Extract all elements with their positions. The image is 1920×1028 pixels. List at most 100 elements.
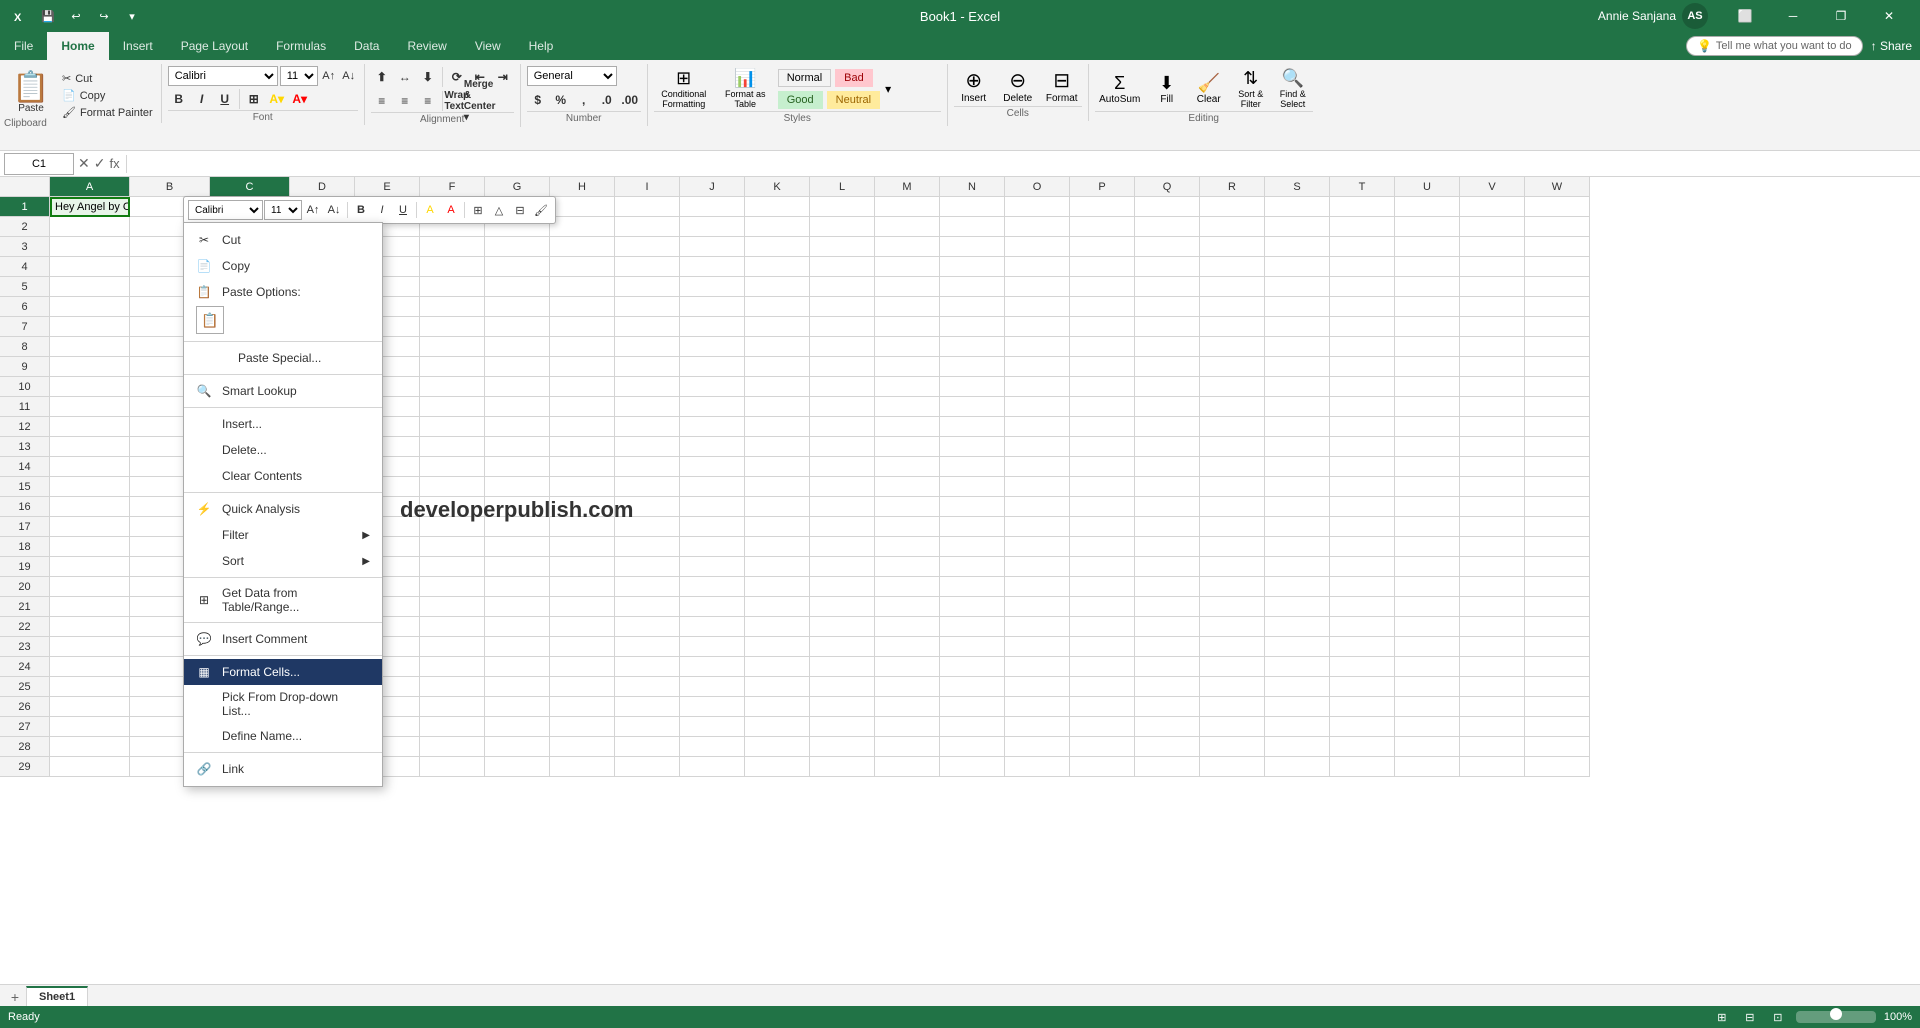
cell-t22[interactable] [1330,617,1395,637]
cell-q25[interactable] [1135,677,1200,697]
customize-qat-button[interactable]: ▾ [120,4,144,28]
cell-j14[interactable] [680,457,745,477]
cell-r29[interactable] [1200,757,1265,777]
cell-p12[interactable] [1070,417,1135,437]
tab-home[interactable]: Home [47,32,108,60]
cell-v24[interactable] [1460,657,1525,677]
cell-v8[interactable] [1460,337,1525,357]
cell-o5[interactable] [1005,277,1070,297]
align-bottom-button[interactable]: ⬇ [417,66,439,88]
cell-u15[interactable] [1395,477,1460,497]
cell-h21[interactable] [550,597,615,617]
cell-t8[interactable] [1330,337,1395,357]
cell-v2[interactable] [1460,217,1525,237]
cell-i19[interactable] [615,557,680,577]
cell-n19[interactable] [940,557,1005,577]
cell-t2[interactable] [1330,217,1395,237]
cell-w27[interactable] [1525,717,1590,737]
cell-o24[interactable] [1005,657,1070,677]
cell-f28[interactable] [420,737,485,757]
normal-view-button[interactable]: ⊞ [1712,1007,1732,1027]
cell-f5[interactable] [420,277,485,297]
cell-l14[interactable] [810,457,875,477]
cell-p15[interactable] [1070,477,1135,497]
cell-q17[interactable] [1135,517,1200,537]
cell-h13[interactable] [550,437,615,457]
cell-u20[interactable] [1395,577,1460,597]
cell-w10[interactable] [1525,377,1590,397]
row-header-12[interactable]: 12 [0,417,50,437]
col-header-m[interactable]: M [875,177,940,197]
cell-a16[interactable] [50,497,130,517]
cell-l11[interactable] [810,397,875,417]
fill-button[interactable]: ⬇ Fill [1147,66,1187,111]
cell-r6[interactable] [1200,297,1265,317]
cell-s29[interactable] [1265,757,1330,777]
mini-underline-button[interactable]: U [393,200,413,220]
cell-q28[interactable] [1135,737,1200,757]
cell-j24[interactable] [680,657,745,677]
cell-h29[interactable] [550,757,615,777]
cell-a4[interactable] [50,257,130,277]
cell-m24[interactable] [875,657,940,677]
cell-h6[interactable] [550,297,615,317]
page-layout-view-button[interactable]: ⊟ [1740,1007,1760,1027]
row-header-28[interactable]: 28 [0,737,50,757]
cell-l27[interactable] [810,717,875,737]
cell-p11[interactable] [1070,397,1135,417]
format-painter-button[interactable]: 🖌 Format Painter [58,104,157,121]
row-header-15[interactable]: 15 [0,477,50,497]
ribbon-display-btn[interactable]: ⬜ [1722,0,1768,32]
cell-k19[interactable] [745,557,810,577]
cell-m14[interactable] [875,457,940,477]
cell-v27[interactable] [1460,717,1525,737]
cell-t5[interactable] [1330,277,1395,297]
cell-i21[interactable] [615,597,680,617]
cell-r21[interactable] [1200,597,1265,617]
row-header-9[interactable]: 9 [0,357,50,377]
cell-f22[interactable] [420,617,485,637]
cell-o26[interactable] [1005,697,1070,717]
ctx-copy[interactable]: 📄 Copy [184,253,382,279]
row-header-14[interactable]: 14 [0,457,50,477]
cell-w21[interactable] [1525,597,1590,617]
ctx-pick-dropdown[interactable]: Pick From Drop-down List... [184,685,382,723]
cell-k8[interactable] [745,337,810,357]
cell-h23[interactable] [550,637,615,657]
cell-g11[interactable] [485,397,550,417]
cell-i9[interactable] [615,357,680,377]
cell-i15[interactable] [615,477,680,497]
cell-l25[interactable] [810,677,875,697]
cell-i7[interactable] [615,317,680,337]
cell-t16[interactable] [1330,497,1395,517]
row-header-19[interactable]: 19 [0,557,50,577]
cell-p19[interactable] [1070,557,1135,577]
cell-a19[interactable] [50,557,130,577]
cancel-formula-icon[interactable]: ✕ [78,155,90,172]
cell-u3[interactable] [1395,237,1460,257]
cell-f21[interactable] [420,597,485,617]
cell-w28[interactable] [1525,737,1590,757]
cell-g26[interactable] [485,697,550,717]
bold-button[interactable]: B [168,88,190,110]
cell-s10[interactable] [1265,377,1330,397]
cell-v21[interactable] [1460,597,1525,617]
cell-g21[interactable] [485,597,550,617]
cell-l3[interactable] [810,237,875,257]
cell-k17[interactable] [745,517,810,537]
cell-m12[interactable] [875,417,940,437]
cell-h8[interactable] [550,337,615,357]
mini-font-select[interactable]: Calibri [188,200,263,220]
cell-v23[interactable] [1460,637,1525,657]
cell-q3[interactable] [1135,237,1200,257]
underline-button[interactable]: U [214,88,236,110]
cell-k10[interactable] [745,377,810,397]
cell-s2[interactable] [1265,217,1330,237]
row-header-7[interactable]: 7 [0,317,50,337]
cell-q22[interactable] [1135,617,1200,637]
cell-k21[interactable] [745,597,810,617]
cell-r16[interactable] [1200,497,1265,517]
cell-s20[interactable] [1265,577,1330,597]
style-bad[interactable]: Bad [835,69,873,87]
cell-p9[interactable] [1070,357,1135,377]
